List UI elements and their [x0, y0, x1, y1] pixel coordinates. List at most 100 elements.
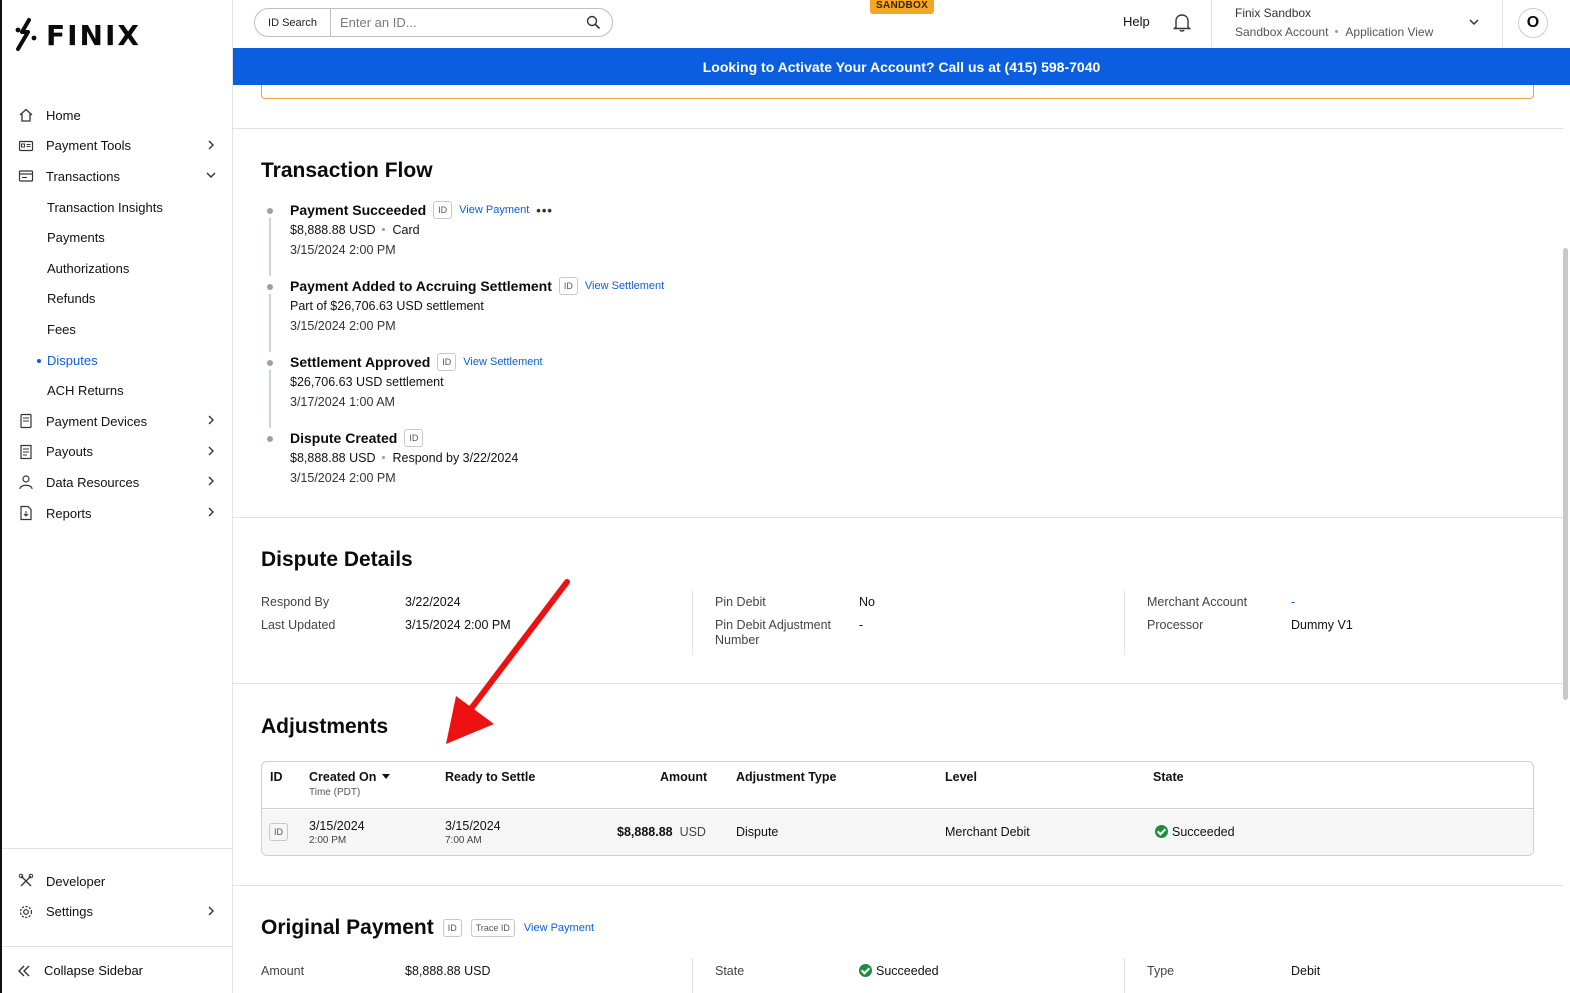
sidebar-item-label: Transaction Insights — [47, 199, 163, 215]
id-chip[interactable]: ID — [404, 429, 424, 447]
sidebar-item-settings[interactable]: Settings — [2, 897, 232, 928]
activation-banner: Looking to Activate Your Account? Call u… — [233, 48, 1570, 85]
success-check-icon — [859, 964, 872, 977]
sidebar-item-payouts[interactable]: Payouts — [2, 437, 232, 468]
payouts-icon — [20, 444, 32, 459]
device-icon — [20, 413, 32, 429]
column-header-ready: Ready to Settle — [445, 770, 536, 784]
state-label: Succeeded — [1172, 825, 1235, 839]
sidebar-item-label: ACH Returns — [47, 383, 124, 399]
sidebar-item-label: Payment Tools — [46, 138, 132, 154]
flow-step: Payment Added to Accruing Settlement ID Vi… — [261, 276, 664, 352]
chevron-right-icon — [208, 507, 214, 517]
flow-step-time: 3/15/2024 2:00 PM — [290, 471, 396, 485]
id-chip[interactable]: ID — [558, 277, 578, 295]
created-time: 2:00 PM — [309, 835, 347, 846]
sort-desc-icon[interactable] — [382, 774, 391, 779]
sidebar-item-label: Payments — [47, 230, 105, 246]
detail-label: Merchant Account — [1147, 595, 1248, 609]
column-header-amount: Amount — [660, 770, 708, 784]
sidebar-item-payment-tools[interactable]: Payment Tools — [2, 131, 232, 162]
scrollbar-thumb[interactable] — [1563, 248, 1568, 700]
sidebar-item-refunds[interactable]: Refunds — [2, 284, 232, 315]
column-header-id: ID — [270, 770, 283, 784]
detail-label: State — [715, 964, 745, 978]
chevron-down-icon — [206, 172, 216, 179]
column-header-level: Level — [945, 770, 977, 784]
id-chip[interactable]: ID — [442, 919, 462, 937]
flow-step-amount: $8,888.88 USD — [290, 451, 376, 465]
gear-icon — [19, 905, 33, 918]
detail-value: 3/22/2024 — [405, 595, 461, 609]
merchant-account-link[interactable]: - — [1291, 595, 1295, 609]
sidebar-item-payments[interactable]: Payments — [2, 222, 232, 253]
sidebar-item-transaction-insights[interactable]: Transaction Insights — [2, 192, 232, 223]
adjustment-state: Succeeded — [1155, 825, 1235, 839]
sidebar-item-label: Fees — [47, 321, 76, 337]
detail-label: Number — [715, 633, 760, 647]
help-link[interactable]: Help — [1123, 14, 1150, 29]
detail-label: Pin Debit — [715, 595, 766, 609]
sandbox-badge: SANDBOX — [870, 0, 935, 14]
account-switcher[interactable]: Finix Sandbox Sandbox Account Application… — [1211, 0, 1503, 48]
divider — [233, 128, 1563, 129]
detail-label: Type — [1147, 964, 1175, 978]
original-payment-header: Original Payment ID Trace ID View Paymen… — [261, 916, 594, 940]
adjustments-table: ID Created On Time (PDT) Ready to Settle … — [261, 761, 1534, 856]
sidebar-item-payment-devices[interactable]: Payment Devices — [2, 406, 232, 437]
chevron-right-icon — [208, 415, 214, 425]
finix-logo[interactable]: FINIX — [14, 18, 141, 52]
divider — [233, 517, 1563, 518]
search-icon[interactable] — [586, 15, 601, 30]
sidebar-item-ach-returns[interactable]: ACH Returns — [2, 375, 232, 406]
sidebar: FINIX Home Payment Tools Transactions Tr… — [0, 0, 233, 993]
sidebar-item-label: Payouts — [46, 444, 93, 460]
id-chip[interactable]: ID — [437, 353, 457, 371]
view-payment-link[interactable]: View Payment — [524, 922, 594, 934]
collapse-sidebar-button[interactable]: Collapse Sidebar — [2, 946, 232, 993]
sidebar-item-home[interactable]: Home — [2, 100, 232, 131]
account-name: Finix Sandbox — [1235, 6, 1312, 20]
sidebar-nav: Home Payment Tools Transactions Transact… — [2, 100, 232, 528]
chevron-right-icon — [208, 140, 214, 150]
sidebar-item-reports[interactable]: Reports — [2, 498, 232, 529]
ready-time: 7:00 AM — [445, 835, 482, 846]
detail-value: 3/15/2024 2:00 PM — [405, 618, 511, 632]
view-payment-link[interactable]: View Payment — [459, 204, 529, 216]
id-chip[interactable]: ID — [269, 823, 288, 841]
sidebar-item-data-resources[interactable]: Data Resources — [2, 467, 232, 498]
developer-icon — [18, 873, 34, 887]
notification-bell-icon[interactable] — [1171, 11, 1193, 33]
top-header: ID Search SANDBOX Help Finix Sandbox San… — [233, 0, 1570, 48]
flow-step-detail: $26,706.63 USD settlement — [290, 375, 444, 389]
sidebar-item-authorizations[interactable]: Authorizations — [2, 253, 232, 284]
collapse-sidebar-label: Collapse Sidebar — [44, 962, 144, 978]
sidebar-item-developer[interactable]: Developer — [2, 866, 232, 897]
original-payment-title: Original Payment — [261, 916, 434, 939]
detail-value: Debit — [1291, 964, 1321, 978]
flow-step-detail: Part of $26,706.63 USD settlement — [290, 299, 484, 313]
sidebar-item-label: Authorizations — [47, 260, 130, 276]
sidebar-item-disputes[interactable]: Disputes — [2, 345, 232, 376]
detail-label: Pin Debit Adjustment — [715, 618, 832, 632]
sidebar-item-label: Reports — [46, 505, 92, 521]
view-settlement-link[interactable]: View Settlement — [585, 280, 664, 292]
column-header-created-on[interactable]: Created On Time (PDT) — [309, 770, 391, 798]
table-row[interactable]: ID 3/15/2024 2:00 PM 3/15/2024 7:00 AM $8,… — [262, 810, 1533, 855]
column-divider — [692, 591, 693, 655]
id-search-label[interactable]: ID Search — [255, 9, 331, 36]
sidebar-item-transactions[interactable]: Transactions — [2, 161, 232, 192]
detail-label: Respond By — [261, 595, 330, 609]
avatar[interactable]: O — [1518, 8, 1548, 38]
more-options-icon[interactable]: ••• — [536, 203, 553, 218]
sidebar-item-label: Payment Devices — [46, 413, 148, 429]
id-search-input[interactable] — [331, 9, 612, 36]
detail-value: - — [859, 618, 864, 632]
ready-date: 3/15/2024 — [445, 819, 501, 833]
view-settlement-link[interactable]: View Settlement — [463, 356, 542, 368]
sidebar-item-fees[interactable]: Fees — [2, 314, 232, 345]
id-chip[interactable]: ID — [433, 201, 453, 219]
trace-id-chip[interactable]: Trace ID — [470, 919, 515, 937]
column-header-sub: Time (PDT) — [309, 787, 361, 798]
account-subtitle: Sandbox Account Application View — [1235, 25, 1502, 39]
